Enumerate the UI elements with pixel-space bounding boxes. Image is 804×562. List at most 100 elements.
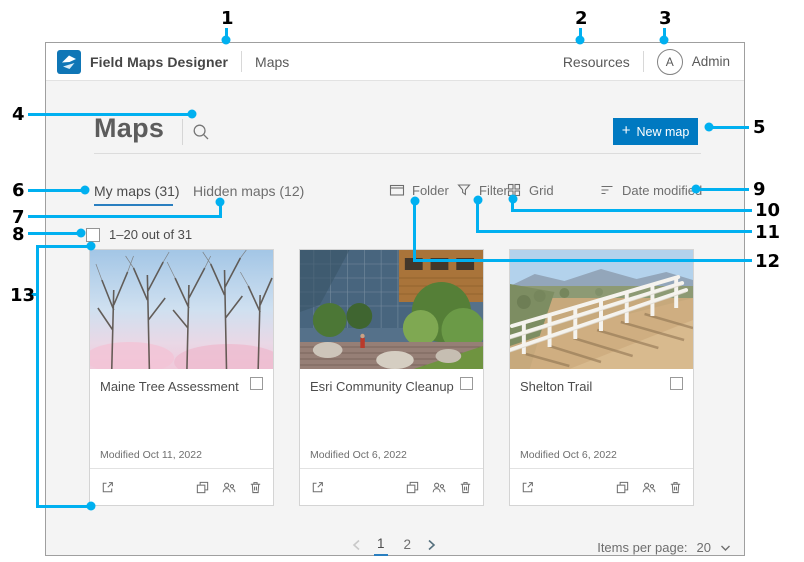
sort-button[interactable]: Date modified: [599, 182, 702, 198]
callout-6-line: [28, 189, 82, 192]
share-members-icon[interactable]: [641, 480, 657, 495]
pagination: 1 2: [352, 536, 436, 556]
card-body: Shelton Trail Modified Oct 6, 2022: [510, 369, 693, 468]
items-per-page-label: Items per page:: [597, 540, 687, 555]
callout-1: 1: [221, 8, 234, 29]
callout-12-elbow: [413, 201, 416, 262]
title-rule: [94, 153, 701, 154]
map-thumbnail-trees[interactable]: [90, 250, 273, 369]
callout-5-line: [711, 126, 749, 129]
grid-label: Grid: [529, 183, 554, 198]
page-2[interactable]: 2: [401, 537, 415, 555]
select-all-checkbox[interactable]: [86, 228, 100, 242]
active-tab-underline: [94, 204, 173, 206]
callout-8-dot: [77, 229, 86, 238]
card-title: Esri Community Cleanup: [310, 377, 454, 395]
duplicate-icon[interactable]: [615, 480, 630, 495]
map-card-maine-tree-assessment[interactable]: Maine Tree Assessment Modified Oct 11, 2…: [89, 249, 274, 506]
callout-11-dot: [474, 196, 483, 205]
items-per-page-select[interactable]: Items per page: 20: [597, 540, 731, 555]
card-checkbox[interactable]: [670, 377, 683, 390]
tab-my-maps[interactable]: My maps (31): [94, 183, 180, 199]
callout-11-elbow: [476, 200, 479, 233]
open-map-icon[interactable]: [310, 480, 325, 495]
folder-button[interactable]: Folder: [389, 182, 449, 198]
callout-8-line: [28, 232, 78, 235]
callout-13-bracket: [36, 245, 39, 508]
callout-9-line: [698, 188, 749, 191]
card-title: Shelton Trail: [520, 377, 592, 395]
card-checkbox[interactable]: [460, 377, 473, 390]
open-map-icon[interactable]: [100, 480, 115, 495]
delete-icon[interactable]: [668, 480, 683, 495]
folder-icon: [389, 182, 405, 198]
card-checkbox[interactable]: [250, 377, 263, 390]
next-page-icon[interactable]: [427, 539, 436, 554]
duplicate-icon[interactable]: [405, 480, 420, 495]
annotated-screenshot: Field Maps Designer Maps Resources A Adm…: [0, 0, 804, 562]
page-1[interactable]: 1: [374, 536, 388, 556]
map-thumbnail-campus[interactable]: [300, 250, 483, 369]
callout-6: 6: [12, 180, 25, 201]
chevron-down-icon: [720, 544, 731, 552]
delete-icon[interactable]: [458, 480, 473, 495]
callout-13-bottom-dot: [87, 502, 96, 511]
callout-8: 8: [12, 224, 25, 245]
card-footer: [90, 468, 273, 505]
card-body: Esri Community Cleanup Modified Oct 6, 2…: [300, 369, 483, 468]
user-name[interactable]: Admin: [692, 54, 730, 69]
map-thumbnail-trail[interactable]: [510, 250, 693, 369]
tab-hidden-maps[interactable]: Hidden maps (12): [193, 183, 304, 199]
callout-12-dot: [411, 197, 420, 206]
sort-icon: [599, 182, 615, 198]
callout-10: 10: [755, 200, 780, 221]
header-divider-right: [643, 51, 644, 72]
card-modified-date: Modified Oct 6, 2022: [520, 449, 617, 461]
callout-4: 4: [12, 104, 25, 125]
callout-12: 12: [755, 251, 780, 272]
field-maps-designer-window: Field Maps Designer Maps Resources A Adm…: [45, 42, 745, 556]
breadcrumb-maps[interactable]: Maps: [255, 54, 289, 70]
app-title: Field Maps Designer: [90, 54, 228, 70]
callout-3-dot: [660, 36, 669, 45]
callout-2-dot: [576, 36, 585, 45]
avatar[interactable]: A: [657, 49, 683, 75]
filter-label: Filter: [479, 183, 508, 198]
filter-icon: [456, 182, 472, 198]
card-title: Maine Tree Assessment: [100, 377, 239, 395]
map-card-esri-community-cleanup[interactable]: Esri Community Cleanup Modified Oct 6, 2…: [299, 249, 484, 506]
callout-13: 13: [10, 285, 35, 306]
card-modified-date: Modified Oct 6, 2022: [310, 449, 407, 461]
callout-5: 5: [753, 117, 766, 138]
callout-13-top-dot: [87, 242, 96, 251]
folder-label: Folder: [412, 183, 449, 198]
callout-1-dot: [222, 36, 231, 45]
open-map-icon[interactable]: [520, 480, 535, 495]
duplicate-icon[interactable]: [195, 480, 210, 495]
share-members-icon[interactable]: [221, 480, 237, 495]
page-title: Maps: [94, 113, 164, 144]
map-card-shelton-trail[interactable]: Shelton Trail Modified Oct 6, 2022: [509, 249, 694, 506]
callout-11: 11: [755, 222, 780, 243]
filter-button[interactable]: Filter: [456, 182, 508, 198]
app-header: Field Maps Designer Maps Resources A Adm…: [46, 43, 744, 81]
callout-7-dot: [216, 198, 225, 207]
plus-icon: +: [622, 123, 631, 138]
delete-icon[interactable]: [248, 480, 263, 495]
previous-page-icon[interactable]: [352, 539, 361, 554]
sort-label: Date modified: [622, 183, 702, 198]
callout-9-dot: [692, 185, 701, 194]
share-members-icon[interactable]: [431, 480, 447, 495]
card-modified-date: Modified Oct 11, 2022: [100, 449, 202, 461]
callout-4-line: [28, 113, 190, 116]
card-footer: [300, 468, 483, 505]
esri-logo-icon: [57, 50, 81, 74]
callout-12-line: [413, 259, 752, 262]
resources-link[interactable]: Resources: [563, 54, 630, 70]
items-per-page-value: 20: [697, 540, 711, 555]
callout-3: 3: [659, 8, 672, 29]
callout-13-bottom-line: [36, 505, 89, 508]
new-map-button[interactable]: + New map: [613, 118, 698, 145]
search-icon[interactable]: [191, 122, 211, 142]
callout-13-top-line: [36, 245, 89, 248]
